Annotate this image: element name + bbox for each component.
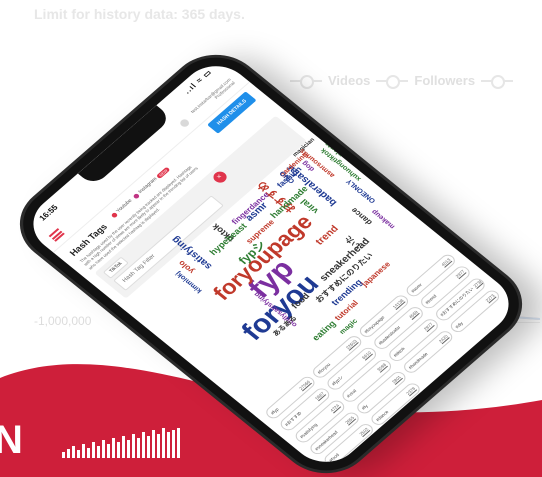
hashtag-count: 6610 xyxy=(360,350,373,360)
hashtag-count: 5667 xyxy=(314,391,326,401)
hashtag-count: 2977 xyxy=(454,269,466,279)
hashtag-count: 22603 xyxy=(344,338,359,351)
hashtag-name: #viral xyxy=(345,388,358,399)
hashtag-count: 2738 xyxy=(472,278,484,289)
timeline-dot-icon xyxy=(481,74,514,89)
hashtag-count: 4569 xyxy=(407,309,420,320)
tab-videos[interactable]: Videos xyxy=(328,73,370,88)
close-icon[interactable]: × xyxy=(210,169,230,185)
timeline-dot-icon xyxy=(290,74,322,89)
hashtag-count: 2420 xyxy=(437,333,449,344)
word-cloud-tag[interactable]: eating xyxy=(310,319,338,343)
hashtag-name: #trend xyxy=(424,293,438,306)
hashtag-count: 2502 xyxy=(358,426,370,437)
hashtag-count: 4513 xyxy=(440,257,452,268)
hashtag-count: 4724 xyxy=(329,403,341,413)
hashtag-name: #handmade xyxy=(407,351,429,370)
hashtag-count: 2379 xyxy=(405,386,417,396)
hashtag-name: #food xyxy=(327,452,341,463)
hashtag-count: 2977 xyxy=(422,321,435,332)
hamburger-menu-icon[interactable] xyxy=(48,228,65,242)
hashtag-name: #おすすめ xyxy=(283,410,303,428)
hashtag-count: 3598 xyxy=(375,362,388,373)
hashtag-name: #diy xyxy=(454,320,465,330)
word-cloud-tag[interactable]: trend xyxy=(314,224,342,247)
word-cloud-tag[interactable]: viral xyxy=(298,197,320,215)
youtube-icon xyxy=(110,211,118,219)
hashtag-name: #tiktok xyxy=(392,346,406,358)
word-cloud-tag[interactable]: makeup xyxy=(370,208,396,230)
hashtag-name: #dance xyxy=(374,409,390,423)
hashtag-count: 2801 xyxy=(390,374,403,385)
hashtag-count: 14138 xyxy=(391,298,405,310)
brand-equalizer-icon xyxy=(62,428,180,458)
hashtag-count: 2273 xyxy=(484,293,496,303)
word-cloud-tag[interactable]: ONEONLY xyxy=(345,178,377,204)
timeline-dot-icon xyxy=(376,74,409,89)
hashtag-count: 2655 xyxy=(344,415,356,425)
background-tabs: Videos Followers xyxy=(290,73,514,89)
hashtag-name: #foryou xyxy=(316,362,332,375)
hashtag-name: #fypシ xyxy=(330,374,345,387)
hashtag-name: #satisfying xyxy=(298,422,319,440)
history-limit-text: Limit for history data: 365 days. xyxy=(34,6,245,22)
hashtag-name: #fy xyxy=(360,403,369,411)
background-axis-label: -1,000,000 xyxy=(34,314,92,328)
new-badge: NEW xyxy=(155,166,170,179)
hashtag-count: 27066 xyxy=(298,379,312,391)
instagram-icon xyxy=(132,192,140,199)
avatar[interactable] xyxy=(178,117,191,129)
hashtag-name: #asmr xyxy=(409,282,424,294)
hashtag-name: #fyp xyxy=(269,406,280,416)
tab-followers[interactable]: Followers xyxy=(414,73,475,88)
word-cloud-tag[interactable]: dance xyxy=(349,206,374,227)
brand-logo-text: N xyxy=(0,418,24,462)
